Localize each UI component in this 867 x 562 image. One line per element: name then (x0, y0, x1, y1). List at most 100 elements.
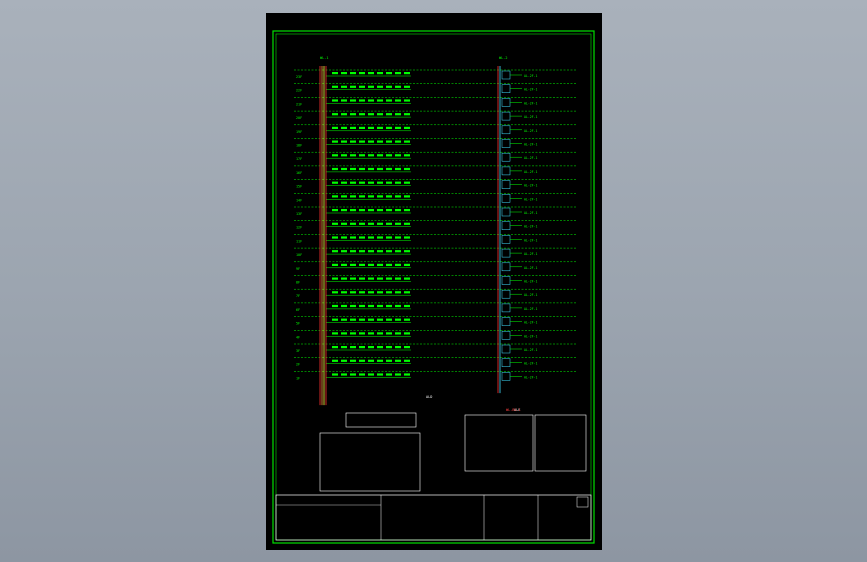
breaker-mark (332, 236, 338, 239)
breaker-mark (368, 126, 374, 129)
breaker-mark (404, 99, 410, 102)
breaker-mark (368, 359, 374, 362)
breaker-mark (359, 304, 365, 308)
breaker-mark (395, 250, 401, 253)
breaker-mark (395, 222, 401, 225)
breaker-mark (395, 126, 401, 129)
breaker-mark (404, 250, 410, 253)
breaker-mark (350, 373, 356, 376)
breaker-mark (404, 167, 410, 171)
breaker-mark (332, 250, 338, 253)
breaker-mark (359, 346, 365, 349)
breaker-mark (350, 318, 356, 321)
breaker-mark (386, 154, 392, 157)
breaker-mark (377, 72, 383, 75)
breaker-mark (377, 85, 383, 88)
breaker-mark (386, 222, 392, 225)
feeder-label: AL-2F-1 (524, 321, 538, 325)
breaker-mark (395, 304, 401, 308)
floor-label: 7F (296, 294, 300, 298)
cad-viewport[interactable]: 23F AL-2F-1 22F AL-2F-1 21F AL-2F-1 20F AL-2F-1… (0, 0, 867, 562)
breaker-mark (350, 250, 356, 253)
breaker-mark (377, 304, 383, 308)
breaker-mark (377, 209, 383, 212)
breaker-mark (377, 332, 383, 335)
floor-label: 18F (296, 144, 302, 148)
breaker-mark (350, 291, 356, 294)
breaker-mark (368, 195, 374, 198)
breaker-mark (332, 140, 338, 143)
breaker-mark (377, 373, 383, 376)
breaker-mark (377, 346, 383, 349)
breaker-mark (377, 140, 383, 143)
breaker-mark (332, 181, 338, 184)
breaker-mark (386, 181, 392, 184)
breaker-mark (404, 359, 410, 362)
breaker-mark (341, 291, 347, 294)
floor-label: 3F (296, 349, 300, 353)
breaker-mark (359, 236, 365, 239)
feeder-label: AL-2F-1 (524, 252, 538, 256)
breaker-mark (386, 291, 392, 294)
breaker-mark (404, 126, 410, 129)
breaker-mark (404, 113, 410, 116)
breaker-mark (404, 291, 410, 294)
breaker-mark (404, 72, 410, 75)
breaker-mark (395, 236, 401, 239)
floor-label: 13F (296, 212, 302, 216)
breaker-mark (359, 126, 365, 129)
breaker-mark (395, 209, 401, 212)
breaker-mark (395, 263, 401, 266)
breaker-mark (368, 250, 374, 253)
breaker-mark (395, 346, 401, 349)
breaker-mark (341, 263, 347, 266)
breaker-mark (350, 126, 356, 129)
breaker-mark (377, 126, 383, 129)
breaker-mark (368, 154, 374, 157)
breaker-mark (350, 140, 356, 143)
breaker-mark (386, 126, 392, 129)
breaker-mark (395, 318, 401, 321)
breaker-mark (404, 236, 410, 239)
breaker-mark (359, 113, 365, 116)
feeder-label: AL-2F-1 (524, 266, 538, 270)
breaker-mark (359, 195, 365, 198)
floor-label: 11F (296, 239, 302, 243)
breaker-mark (386, 332, 392, 335)
breaker-mark (341, 85, 347, 88)
breaker-mark (386, 373, 392, 376)
floor-label: 15F (296, 185, 302, 189)
breaker-mark (368, 72, 374, 75)
breaker-mark (359, 359, 365, 362)
breaker-mark (395, 359, 401, 362)
feeder-label: AL-2F-1 (524, 101, 538, 105)
breaker-mark (395, 113, 401, 116)
breaker-mark (350, 263, 356, 266)
breaker-mark (368, 332, 374, 335)
breaker-mark (359, 72, 365, 75)
breaker-mark (404, 140, 410, 143)
breaker-mark (386, 250, 392, 253)
breaker-mark (395, 291, 401, 294)
breaker-mark (395, 167, 401, 171)
feeder-label: AL-2F-1 (524, 211, 538, 215)
breaker-mark (395, 99, 401, 102)
breaker-mark (341, 167, 347, 171)
feeder-label: AL-2F-1 (524, 238, 538, 242)
breaker-mark (404, 332, 410, 335)
feeder-label: AL-2F-1 (524, 225, 538, 229)
breaker-mark (368, 209, 374, 212)
breaker-mark (350, 236, 356, 239)
breaker-mark (359, 209, 365, 212)
breaker-mark (404, 263, 410, 266)
breaker-mark (359, 332, 365, 335)
breaker-mark (404, 209, 410, 212)
breaker-mark (395, 140, 401, 143)
breaker-mark (368, 140, 374, 143)
feeder-label: AL-2F-1 (524, 307, 538, 311)
breaker-mark (404, 85, 410, 88)
breaker-mark (377, 318, 383, 321)
breaker-mark (332, 373, 338, 376)
breaker-mark (332, 346, 338, 349)
floor-label: 22F (296, 89, 302, 93)
